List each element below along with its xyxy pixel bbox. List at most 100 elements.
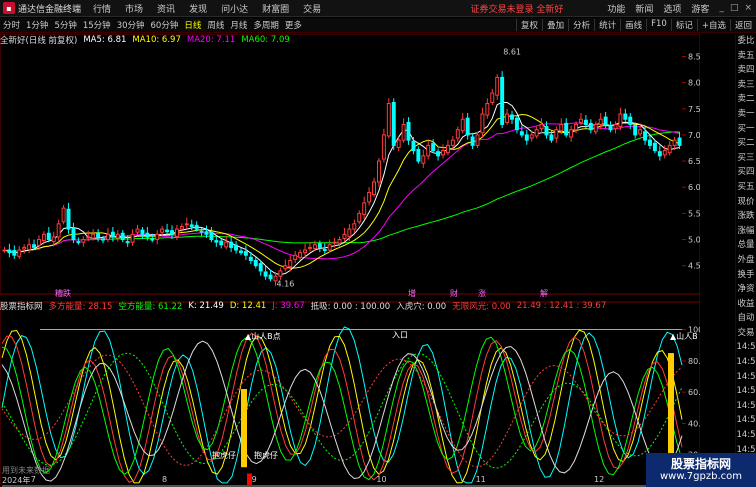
ind-tick-label: 80.00	[688, 357, 700, 366]
quote-panel-item: 净资	[737, 284, 755, 295]
menu-news[interactable]: 资讯	[157, 2, 175, 15]
statistics-button[interactable]: 统计	[594, 19, 620, 31]
candle-body	[569, 129, 574, 138]
ind-field-1: 空方能量: 61.22	[118, 302, 183, 312]
overlay-button[interactable]: 叠加	[542, 19, 568, 31]
guest-button[interactable]: 游客	[691, 2, 709, 15]
period-multi[interactable]: 多周期	[250, 19, 282, 31]
f10-button[interactable]: F10	[646, 19, 671, 31]
candle-body	[130, 233, 135, 243]
candle-body	[623, 113, 628, 120]
period-intraday[interactable]: 分时	[0, 19, 23, 31]
options-button[interactable]: 选项	[663, 2, 681, 15]
quote-panel-item: 卖五	[737, 50, 755, 61]
candle-body	[421, 155, 426, 164]
period-weekly[interactable]: 周线	[204, 19, 227, 31]
analysis-button[interactable]: 分析	[568, 19, 594, 31]
menu-quotes[interactable]: 行情	[93, 2, 111, 15]
baohuzai-label-1: 抱虎仔	[212, 450, 236, 460]
period-more[interactable]: 更多	[282, 19, 305, 31]
price-chart[interactable]: 8.50 8.00 7.50 7.00 6.50 6.00 5.50 5.00 4.50 8.61…	[0, 34, 700, 487]
candle-body	[268, 274, 273, 280]
candle-body	[105, 233, 110, 241]
period-60min[interactable]: 60分钟	[148, 19, 182, 31]
title-bar: ▪ 通达信金融终端 行情 市场 资讯 发现 问小达 财富圈 交易 证券交易未登录…	[0, 0, 756, 17]
candle-body	[426, 144, 431, 157]
quote-panel-item: 换手	[737, 269, 755, 280]
quote-panel-item: 14:5	[736, 430, 756, 441]
restore-rights-button[interactable]: 复权	[516, 19, 542, 31]
osc-green-dotted	[1, 352, 683, 469]
candle-body	[239, 250, 243, 254]
period-1min[interactable]: 1分钟	[23, 19, 51, 31]
candle-body	[258, 263, 263, 272]
function-button[interactable]: 功能	[607, 2, 625, 15]
candle-body	[278, 270, 283, 277]
quote-panel-item: 买二	[737, 138, 755, 149]
menu-market[interactable]: 市场	[125, 2, 143, 15]
menu-discover[interactable]: 发现	[189, 2, 207, 15]
candle-body	[431, 142, 436, 152]
candle-body	[628, 116, 633, 125]
shanren-b2-label: ▲山人B	[670, 331, 698, 341]
osc-red-dotted	[1, 354, 683, 468]
candle-body	[81, 239, 86, 243]
quote-panel-item: 卖三	[737, 79, 755, 90]
candle-body	[588, 122, 593, 131]
ind-tick-label: 40.00	[688, 419, 700, 428]
candle-body	[579, 118, 583, 123]
period-daily[interactable]: 日线	[181, 19, 204, 31]
period-15min[interactable]: 15分钟	[80, 19, 114, 31]
candle-body	[110, 231, 115, 238]
quote-panel-item: 总量	[737, 240, 755, 251]
candle-body	[352, 223, 357, 230]
candle-body	[219, 240, 224, 246]
candle-body	[342, 233, 347, 239]
menu-trade[interactable]: 交易	[303, 2, 321, 15]
candle-body	[312, 244, 317, 249]
minimize-icon[interactable]: _	[719, 3, 724, 13]
price-tick-label: 4.50	[688, 262, 700, 271]
candle-body	[248, 256, 253, 261]
candle-body	[367, 191, 372, 203]
candle-body	[41, 233, 46, 242]
candle-body	[574, 123, 579, 131]
menu-ask[interactable]: 问小达	[221, 2, 248, 15]
period-30min[interactable]: 30分钟	[114, 19, 148, 31]
candle-body	[293, 254, 298, 260]
price-tick-label: 6.50	[688, 157, 700, 166]
candle-body	[544, 126, 549, 136]
ind-field-0: 多方能量: 28.15	[48, 302, 113, 312]
close-icon[interactable]: ×	[744, 3, 752, 13]
price-tick-label: 7.00	[688, 131, 700, 140]
period-5min[interactable]: 5分钟	[51, 19, 79, 31]
date-tick-label: 2024年	[2, 476, 31, 485]
candle-body	[672, 139, 677, 146]
maximize-icon[interactable]: □	[730, 3, 739, 13]
date-tick-label: 10	[376, 475, 387, 484]
period-monthly[interactable]: 月线	[227, 19, 250, 31]
quote-panel-item: 卖一	[737, 108, 755, 119]
quote-panel-item: 交易	[737, 327, 755, 338]
candle-body	[184, 223, 189, 226]
add-watchlist-button[interactable]: +自选	[696, 19, 730, 31]
ind-field-7: 无限风光: 0.00	[452, 302, 511, 312]
candle-body	[283, 265, 288, 270]
candle-body	[519, 131, 524, 136]
news-button[interactable]: 新闻	[635, 2, 653, 15]
menu-wealth[interactable]: 财富圈	[262, 2, 289, 15]
login-notice[interactable]: 证券交易未登录 全新好	[471, 2, 564, 15]
indicator-name[interactable]: 股票指标网	[0, 300, 43, 312]
candle-body	[357, 212, 362, 223]
quote-panel-item: 买一	[737, 123, 755, 134]
back-button[interactable]: 返回	[729, 19, 756, 31]
candle-body	[298, 252, 303, 258]
candle-body	[160, 228, 165, 233]
candle-body	[480, 113, 485, 134]
candle-body	[61, 207, 66, 223]
candle-body	[613, 123, 618, 130]
app-window: { "app": {"logo_glyph": "▪", "title": "通…	[0, 0, 756, 487]
mark-button[interactable]: 标记	[670, 19, 697, 31]
draw-line-button[interactable]: 画线	[620, 19, 646, 31]
candle-body	[150, 238, 155, 241]
